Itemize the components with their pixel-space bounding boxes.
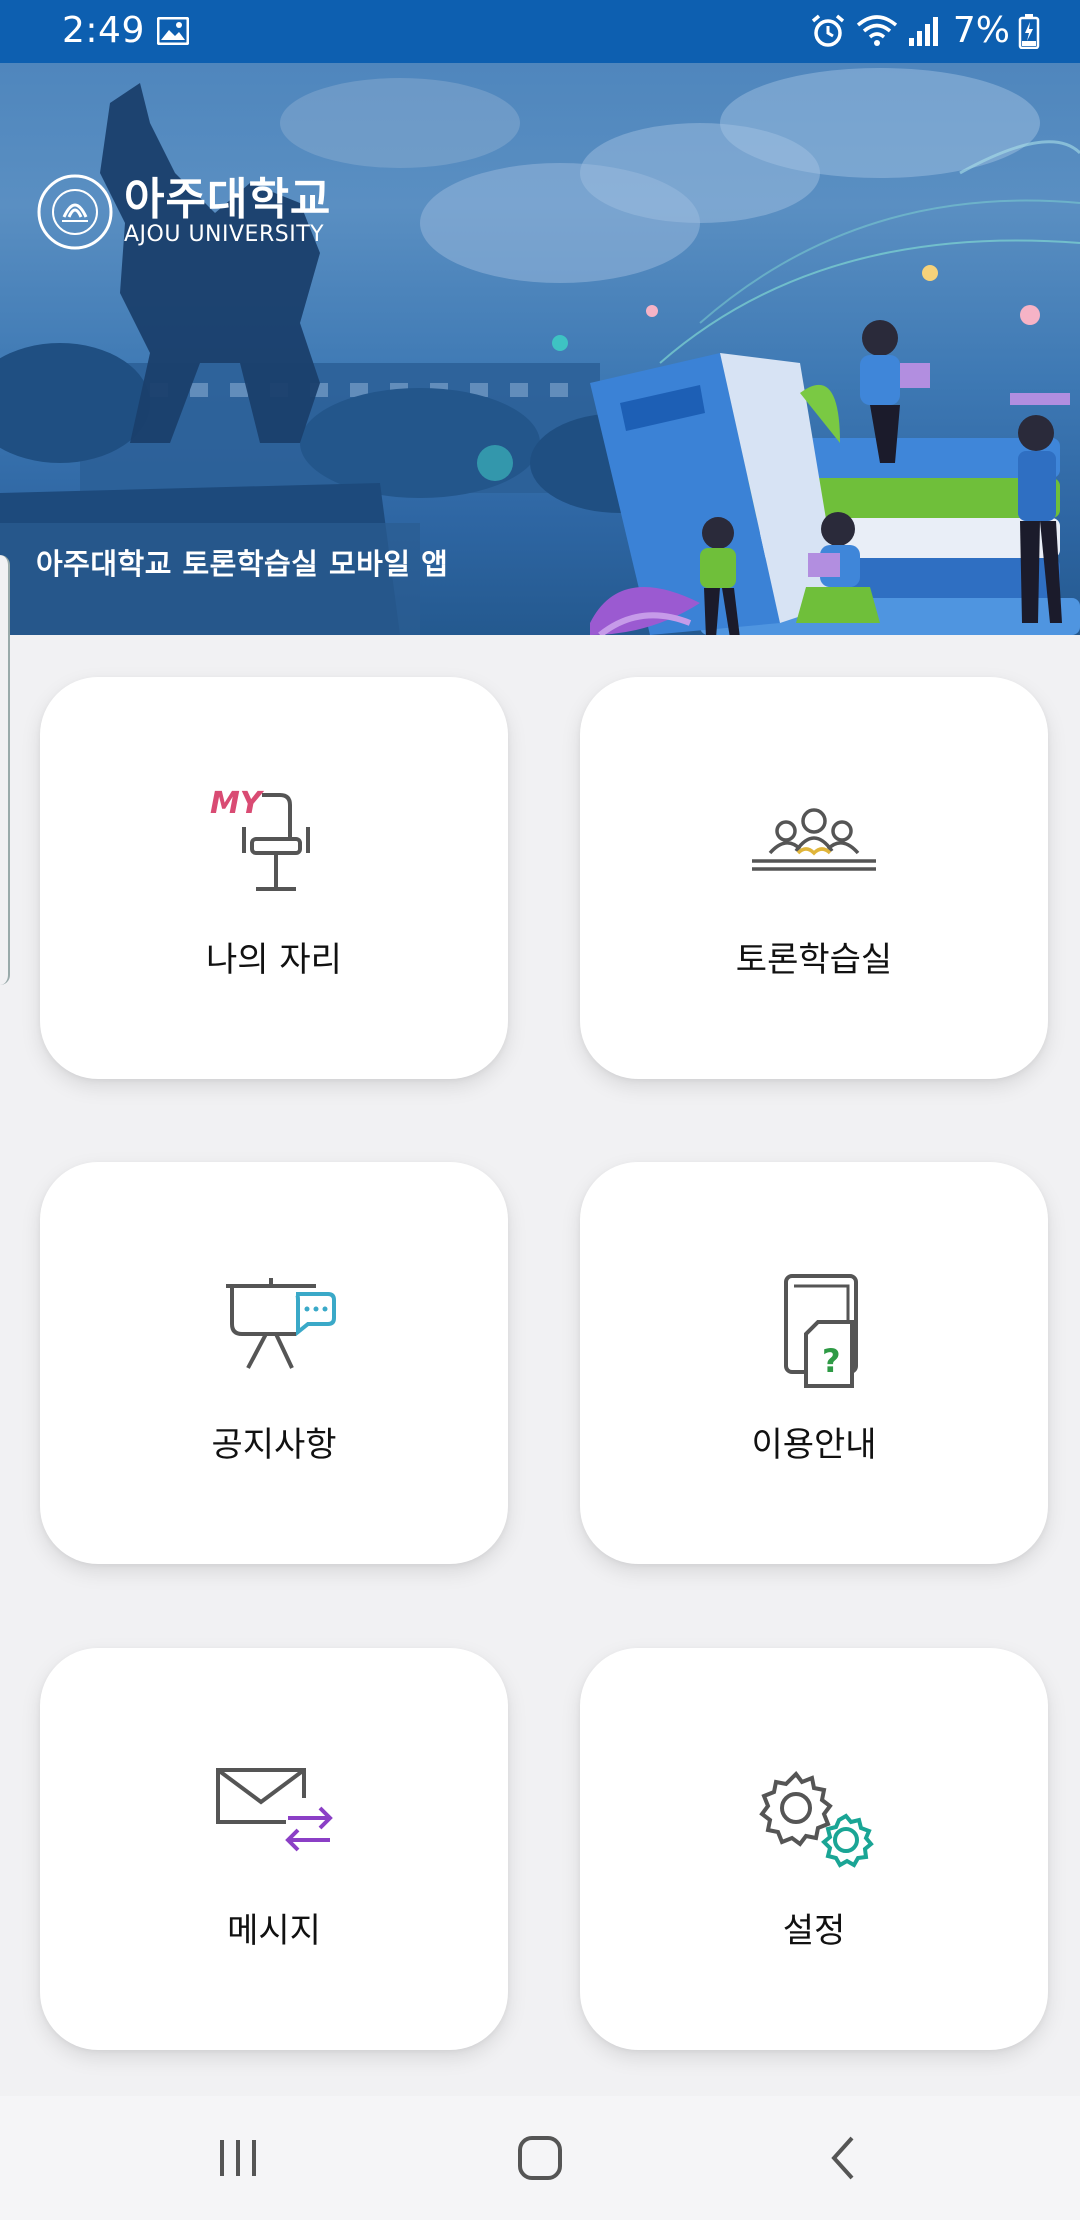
university-seal-icon (37, 174, 113, 250)
status-bar: 2:49 7% (0, 0, 1080, 63)
logo-english-name: AJOU UNIVERSITY (124, 222, 325, 247)
notices-card[interactable]: 공지사항 (40, 1162, 508, 1564)
ajou-logo: 아주대학교 AJOU UNIVERSITY (36, 173, 331, 251)
presentation-board-icon (226, 1278, 336, 1369)
logo-korean-name: 아주대학교 (124, 174, 332, 225)
notices-label: 공지사항 (211, 1425, 337, 1465)
guide-card[interactable]: ? 이용안내 (580, 1162, 1048, 1564)
guide-label: 이용안내 (751, 1425, 877, 1465)
guide-document-icon: ? (784, 1274, 858, 1388)
messages-label: 메시지 (227, 1911, 321, 1951)
battery-charging-icon (1018, 13, 1040, 49)
alarm-icon (811, 14, 844, 47)
home-icon[interactable] (508, 2126, 572, 2190)
settings-gears-icon (759, 1770, 874, 1868)
settings-card[interactable]: 설정 (580, 1648, 1048, 2050)
message-exchange-icon (216, 1768, 333, 1852)
hero-caption: 아주대학교 토론학습실 모바일 앱 (36, 547, 449, 581)
wifi-icon (856, 14, 898, 46)
back-icon[interactable] (812, 2126, 876, 2190)
side-panel-handle[interactable] (0, 555, 10, 985)
discussion-group-icon (752, 808, 876, 871)
my-seat-card[interactable]: MY 나의 자리 (40, 677, 508, 1079)
settings-label: 설정 (782, 1911, 846, 1951)
discussion-room-label: 토론학습실 (735, 940, 893, 980)
status-time: 2:49 (62, 10, 145, 51)
image-icon (157, 17, 189, 45)
my-seat-chair-icon: MY (210, 787, 310, 891)
my-badge: MY (210, 787, 265, 821)
signal-icon (908, 16, 938, 46)
discussion-room-card[interactable]: 토론학습실 (580, 677, 1048, 1079)
recent-apps-icon[interactable] (206, 2126, 270, 2190)
messages-card[interactable]: 메시지 (40, 1648, 508, 2050)
system-nav-bar (0, 2096, 1080, 2220)
my-seat-label: 나의 자리 (206, 940, 342, 980)
battery-percent: 7% (952, 10, 1010, 51)
hero-banner: 아주대학교 AJOU UNIVERSITY 아주대학교 토론학습실 모바일 앱 (0, 63, 1080, 635)
svg-text:?: ? (822, 1342, 841, 1380)
